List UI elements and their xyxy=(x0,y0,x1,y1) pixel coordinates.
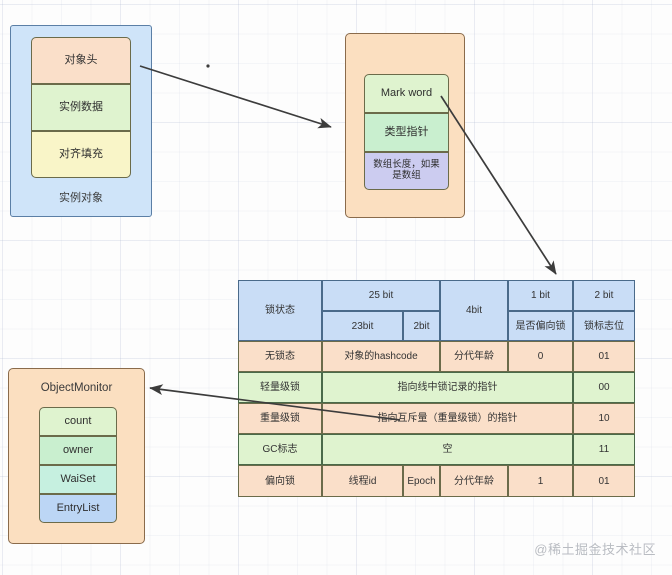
table-header-25bit: 25 bit xyxy=(322,280,440,311)
table-cell-bias-flag: 1 xyxy=(508,465,573,497)
table-header-2bit-tail-sub: 锁标志位 xyxy=(573,311,635,341)
table-cell-lock-flag: 01 xyxy=(573,341,635,372)
instance-object-cell-header: 对象头 xyxy=(31,37,131,84)
table-row: 无锁态 xyxy=(238,341,322,372)
table-cell-age: 分代年龄 xyxy=(440,341,508,372)
object-monitor-field-waitset: WaiSet xyxy=(39,465,117,494)
instance-object-cell-data: 实例数据 xyxy=(31,84,131,131)
diagram-canvas: 对象头 实例数据 对齐填充 实例对象 Mark word 类型指针 数组长度，如… xyxy=(0,0,672,575)
instance-object-cell-padding: 对齐填充 xyxy=(31,131,131,178)
table-header-4bit: 4bit xyxy=(440,280,508,341)
instance-object-title: 实例对象 xyxy=(59,192,103,204)
object-monitor-field-owner: owner xyxy=(39,436,117,465)
mark-word-table: 锁状态 25 bit 23bit 2bit 4bit 1 bit 是否偏向锁 2… xyxy=(238,280,635,497)
table-cell-epoch: Epoch xyxy=(403,465,440,497)
cursor-dot xyxy=(206,64,210,68)
table-cell-thread-id: 线程id xyxy=(322,465,403,497)
object-monitor-box: ObjectMonitor count owner WaiSet EntryLi… xyxy=(8,368,145,544)
object-monitor-field-entrylist: EntryList xyxy=(39,494,117,523)
object-header-box: Mark word 类型指针 数组长度，如果是数组 xyxy=(345,33,465,218)
table-cell-age: 分代年龄 xyxy=(440,465,508,497)
table-cell-lock-flag: 00 xyxy=(573,372,635,403)
table-cell-span: 指向线中锁记录的指针 xyxy=(322,372,573,403)
object-monitor-field-count: count xyxy=(39,407,117,436)
object-header-cell-markword: Mark word xyxy=(364,74,449,113)
table-header-1bit-sub: 是否偏向锁 xyxy=(508,311,573,341)
table-row: 重量级锁 xyxy=(238,403,322,434)
object-header-cell-array-length: 数组长度，如果是数组 xyxy=(364,152,449,190)
table-cell-hashcode: 对象的hashcode xyxy=(322,341,440,372)
table-cell-lock-flag: 11 xyxy=(573,434,635,465)
watermark: @稀土掘金技术社区 xyxy=(534,542,656,557)
table-cell-lock-flag: 01 xyxy=(573,465,635,497)
table-row: 偏向锁 xyxy=(238,465,322,497)
instance-object-box: 对象头 实例数据 对齐填充 实例对象 xyxy=(10,25,152,217)
table-row: GC标志 xyxy=(238,434,322,465)
table-cell-span: 空 xyxy=(322,434,573,465)
table-row: 轻量级锁 xyxy=(238,372,322,403)
table-cell-bias-flag: 0 xyxy=(508,341,573,372)
table-header-23bit: 23bit xyxy=(322,311,403,341)
table-header-lock-state: 锁状态 xyxy=(238,280,322,341)
table-header-1bit: 1 bit xyxy=(508,280,573,311)
arrow-header-to-detail xyxy=(139,65,332,129)
table-header-2bit: 2bit xyxy=(403,311,440,341)
table-header-2bit-tail: 2 bit xyxy=(573,280,635,311)
table-cell-lock-flag: 10 xyxy=(573,403,635,434)
table-cell-span: 指向互斥量（重量级锁）的指针 xyxy=(322,403,573,434)
object-monitor-title: ObjectMonitor xyxy=(40,382,113,394)
object-header-cell-klass-pointer: 类型指针 xyxy=(364,113,449,152)
